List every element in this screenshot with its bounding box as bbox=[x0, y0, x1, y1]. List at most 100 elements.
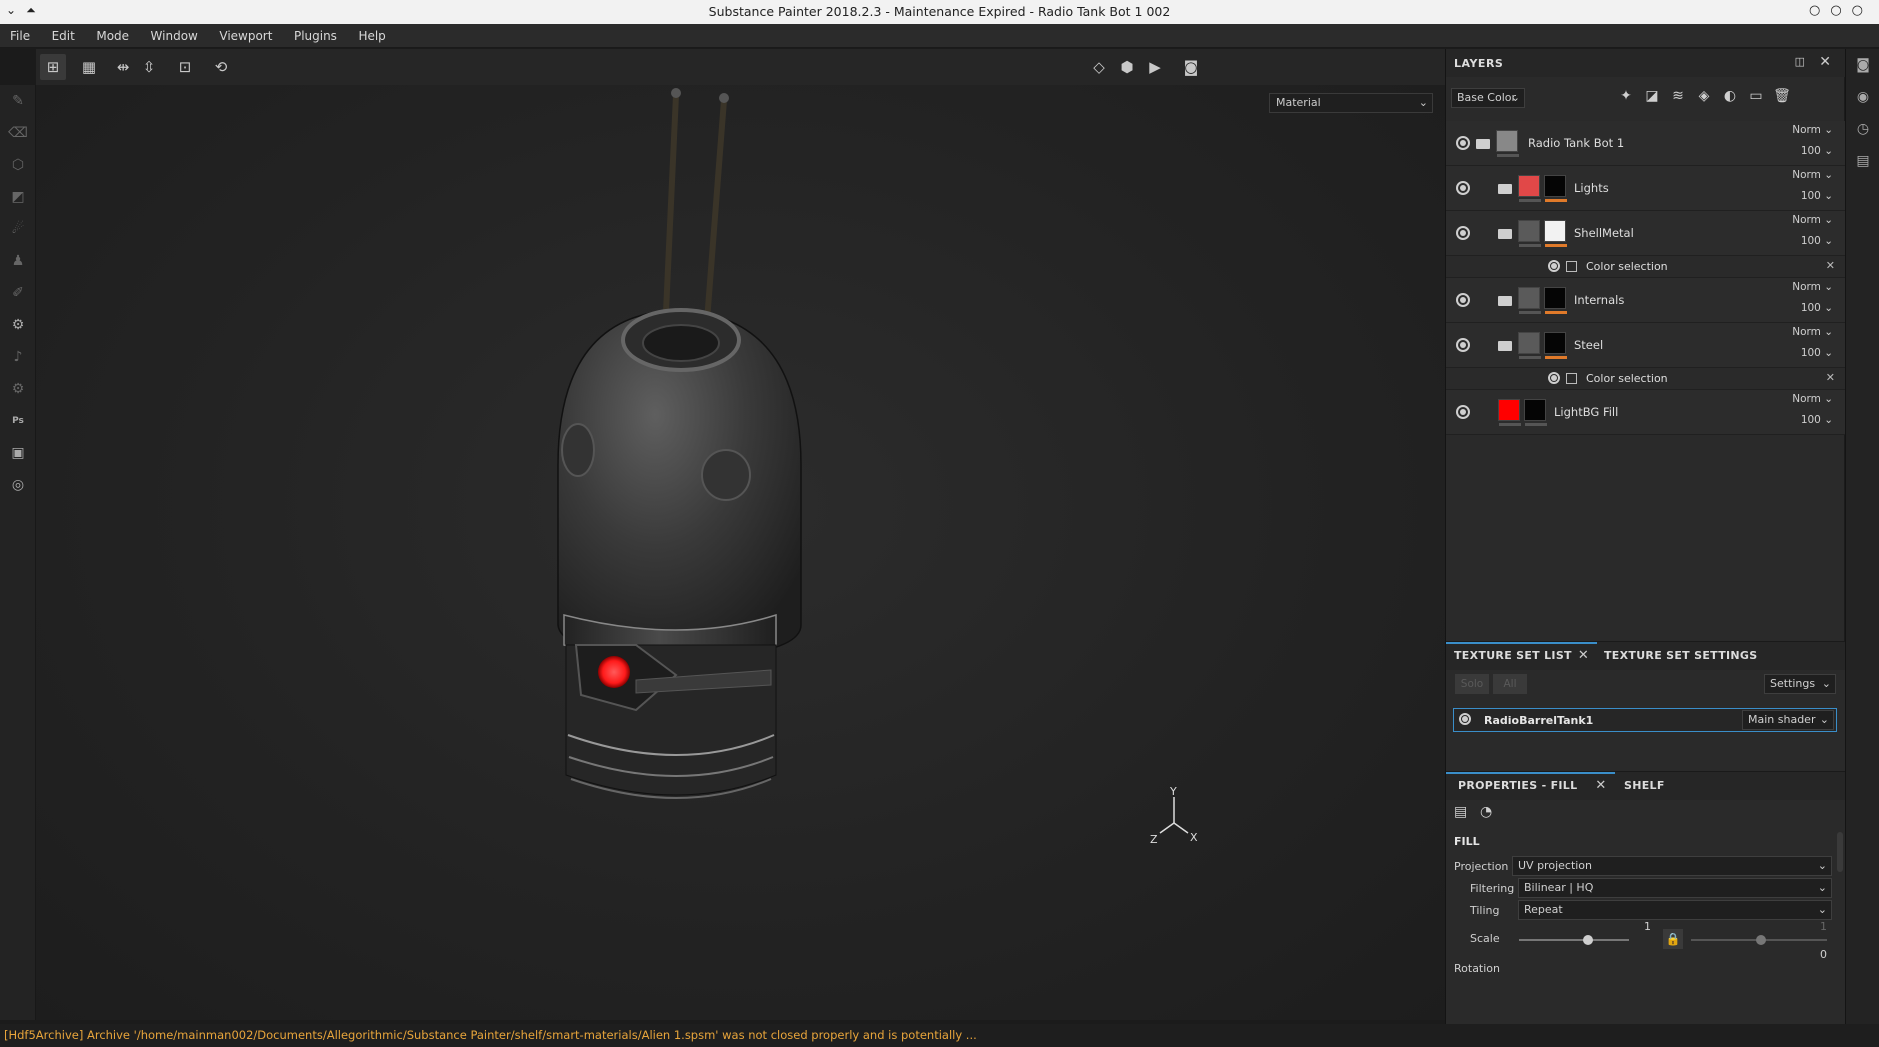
opacity-select[interactable]: 100 ⌄ bbox=[1801, 414, 1833, 426]
add-effect-icon[interactable]: ✦ bbox=[1616, 88, 1636, 108]
scale-slider-handle[interactable] bbox=[1583, 935, 1593, 945]
bell-icon[interactable]: ♪ bbox=[0, 341, 36, 373]
minimize-button[interactable]: ○ bbox=[1809, 3, 1830, 18]
projection-icon[interactable]: ⬡ bbox=[0, 149, 36, 181]
layer-row[interactable]: Internals Norm ⌄ 100 ⌄ bbox=[1446, 278, 1845, 323]
reset-view-icon[interactable]: ⟲ bbox=[208, 54, 234, 80]
opacity-select[interactable]: 100 ⌄ bbox=[1801, 190, 1833, 202]
channel-select[interactable]: Base Color ⌄ bbox=[1451, 88, 1525, 108]
add-view-icon[interactable]: ⊡ bbox=[172, 54, 198, 80]
tiling-select[interactable]: Repeat ⌄ bbox=[1518, 900, 1832, 920]
layer-mask-thumbnail[interactable] bbox=[1544, 220, 1567, 247]
opacity-select[interactable]: 100 ⌄ bbox=[1801, 347, 1833, 359]
shader-settings-icon[interactable]: ◉ bbox=[1846, 81, 1879, 113]
menu-edit[interactable]: Edit bbox=[42, 24, 75, 43]
menu-window[interactable]: Window bbox=[141, 24, 198, 43]
layer-row[interactable]: LightBG Fill Norm ⌄ 100 ⌄ bbox=[1446, 390, 1845, 435]
blend-mode-select[interactable]: Norm ⌄ bbox=[1792, 214, 1833, 226]
folder-icon[interactable] bbox=[1498, 296, 1512, 306]
material-ball-icon[interactable]: ◔ bbox=[1480, 804, 1492, 820]
blend-mode-select[interactable]: Norm ⌄ bbox=[1792, 169, 1833, 181]
folder-icon[interactable] bbox=[1498, 184, 1512, 194]
add-layer-icon[interactable]: ≋ bbox=[1668, 88, 1688, 108]
history-icon[interactable]: ◷ bbox=[1846, 113, 1879, 145]
tab-texture-set-list[interactable]: TEXTURE SET LIST ✕ bbox=[1446, 642, 1598, 670]
paint-brush-icon[interactable]: ✎ bbox=[0, 85, 36, 117]
menu-mode[interactable]: Mode bbox=[86, 24, 129, 43]
display-settings-icon[interactable]: ◙ bbox=[1846, 49, 1879, 81]
visibility-eye-icon[interactable] bbox=[1456, 136, 1470, 150]
close-icon[interactable]: ✕ bbox=[1595, 778, 1606, 793]
visibility-eye-icon[interactable] bbox=[1456, 293, 1470, 307]
folder-icon[interactable] bbox=[1498, 229, 1512, 239]
bake-icon[interactable]: ⚙ bbox=[0, 309, 36, 341]
layer-mask-thumbnail[interactable] bbox=[1544, 287, 1567, 314]
menu-file[interactable]: File bbox=[0, 24, 30, 43]
texture-set-settings-select[interactable]: Settings ⌄ bbox=[1764, 674, 1836, 694]
polygon-fill-icon[interactable]: ◩ bbox=[0, 181, 36, 213]
camera-icon[interactable]: ▶ bbox=[1142, 54, 1168, 80]
blend-mode-select[interactable]: Norm ⌄ bbox=[1792, 326, 1833, 338]
grid-view-icon[interactable]: ▦ bbox=[76, 54, 102, 80]
mirror-y-icon[interactable]: ⇳ bbox=[136, 54, 162, 80]
visibility-eye-icon[interactable] bbox=[1456, 338, 1470, 352]
iray-icon[interactable]: ◎ bbox=[0, 469, 36, 501]
folder-open-icon[interactable] bbox=[1476, 139, 1490, 149]
scale-slider-track[interactable] bbox=[1519, 939, 1629, 941]
visibility-eye-icon[interactable] bbox=[1456, 181, 1470, 195]
shader-select[interactable]: Main shader ⌄ bbox=[1742, 710, 1834, 730]
filtering-select[interactable]: Bilinear | HQ ⌄ bbox=[1518, 878, 1832, 898]
layer-row[interactable]: Lights Norm ⌄ 100 ⌄ bbox=[1446, 166, 1845, 211]
tab-properties-fill[interactable]: PROPERTIES - FILL ✕ bbox=[1446, 772, 1615, 800]
add-folder-icon[interactable]: ▭ bbox=[1746, 88, 1766, 108]
visibility-eye-icon[interactable] bbox=[1548, 260, 1560, 272]
material-icon[interactable]: ▤ bbox=[1454, 804, 1467, 820]
mask-effect-row[interactable]: Color selection ✕ bbox=[1446, 368, 1845, 390]
log-icon[interactable]: ▤ bbox=[1846, 145, 1879, 177]
mirror-x-icon[interactable]: ⇹ bbox=[110, 54, 136, 80]
lock-icon[interactable]: 🔒 bbox=[1663, 929, 1683, 949]
add-fill-layer-icon[interactable]: ◈ bbox=[1694, 88, 1714, 108]
delete-layer-icon[interactable]: 🗑 bbox=[1772, 88, 1792, 108]
tab-shelf[interactable]: SHELF bbox=[1616, 772, 1673, 800]
opacity-select[interactable]: 100 ⌄ bbox=[1801, 302, 1833, 314]
opacity-select[interactable]: 100 ⌄ bbox=[1801, 145, 1833, 157]
opacity-select[interactable]: 100 ⌄ bbox=[1801, 235, 1833, 247]
add-smart-material-icon[interactable]: ◐ bbox=[1720, 88, 1740, 108]
uv-view-icon[interactable]: ⊞ bbox=[40, 54, 66, 80]
close-icon[interactable]: ✕ bbox=[1578, 648, 1589, 663]
blend-mode-select[interactable]: Norm ⌄ bbox=[1792, 393, 1833, 405]
menu-viewport[interactable]: Viewport bbox=[209, 24, 272, 43]
remove-effect-icon[interactable]: ✕ bbox=[1826, 259, 1835, 272]
color-picker-icon[interactable]: ✐ bbox=[0, 277, 36, 309]
projection-select[interactable]: UV projection ⌄ bbox=[1512, 856, 1832, 876]
settings-icon[interactable]: ⚙ bbox=[0, 373, 36, 405]
layer-row[interactable]: Steel Norm ⌄ 100 ⌄ bbox=[1446, 323, 1845, 368]
tab-texture-set-settings[interactable]: TEXTURE SET SETTINGS bbox=[1596, 642, 1765, 670]
maximize-button[interactable]: ○ bbox=[1830, 3, 1851, 18]
2d-view-icon[interactable]: ◇ bbox=[1086, 54, 1112, 80]
layer-row[interactable]: ShellMetal Norm ⌄ 100 ⌄ bbox=[1446, 211, 1845, 256]
photoshop-export-icon[interactable]: Ps bbox=[0, 405, 36, 437]
visibility-eye-icon[interactable] bbox=[1459, 713, 1471, 725]
solo-button[interactable]: Solo bbox=[1455, 674, 1489, 694]
all-button[interactable]: All bbox=[1493, 674, 1527, 694]
3d-view-icon[interactable]: ⬢ bbox=[1114, 54, 1140, 80]
blend-mode-select[interactable]: Norm ⌄ bbox=[1792, 124, 1833, 136]
folder-icon[interactable] bbox=[1498, 341, 1512, 351]
3d-viewport[interactable]: Material ⌄ Y X Z bbox=[36, 85, 1445, 1020]
visibility-eye-icon[interactable] bbox=[1456, 226, 1470, 240]
checkbox[interactable] bbox=[1566, 261, 1577, 272]
texture-set-row[interactable]: RadioBarrelTank1 Main shader ⌄ bbox=[1453, 708, 1837, 732]
properties-scrollbar[interactable] bbox=[1837, 832, 1843, 872]
float-panel-icon[interactable]: ◫ bbox=[1795, 55, 1805, 68]
export-icon[interactable]: ▣ bbox=[0, 437, 36, 469]
layer-mask-thumbnail[interactable] bbox=[1544, 332, 1567, 359]
scale-slider-secondary-handle[interactable] bbox=[1756, 935, 1766, 945]
clone-stamp-icon[interactable]: ♟ bbox=[0, 245, 36, 277]
eraser-icon[interactable]: ⌫ bbox=[0, 117, 36, 149]
close-button[interactable]: ○ bbox=[1852, 3, 1873, 18]
layer-mask-thumbnail[interactable] bbox=[1524, 399, 1547, 426]
checkbox[interactable] bbox=[1566, 373, 1577, 384]
menu-plugins[interactable]: Plugins bbox=[284, 24, 337, 43]
